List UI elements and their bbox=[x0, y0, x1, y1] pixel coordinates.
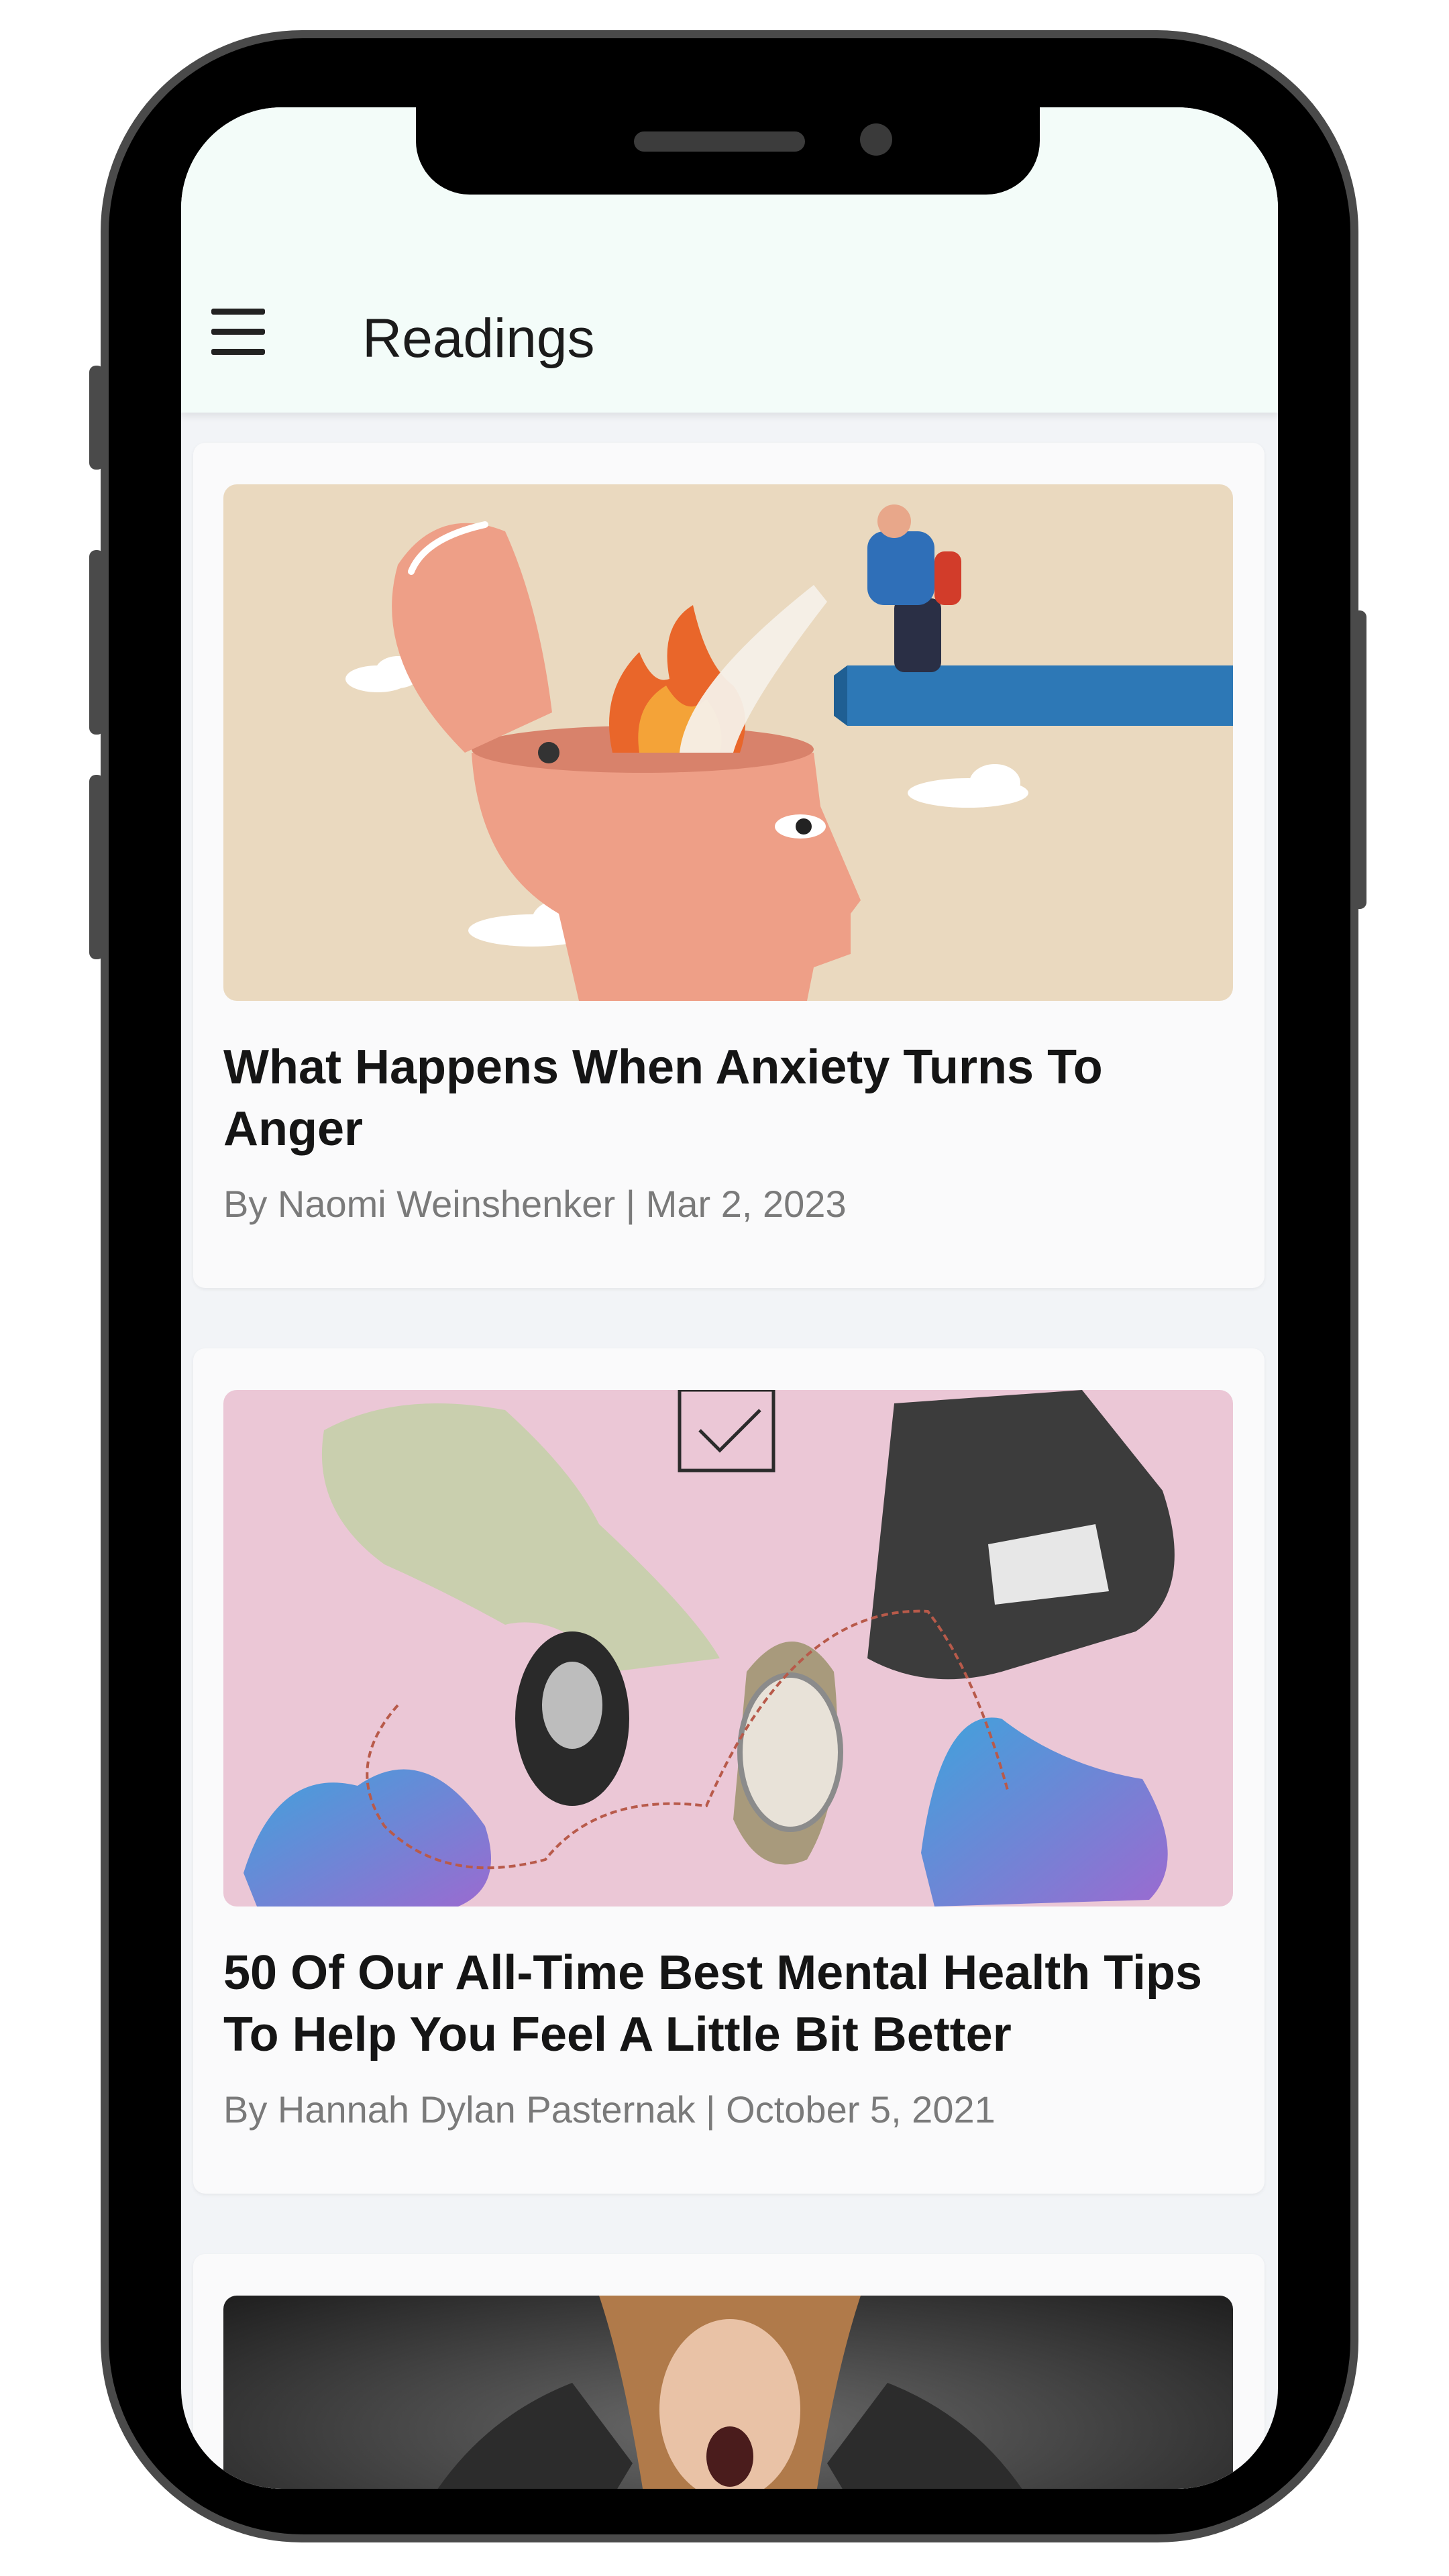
article-card[interactable]: 50 Of Our All-Time Best Mental Health Ti… bbox=[193, 1348, 1265, 2194]
article-card[interactable] bbox=[193, 2254, 1265, 2489]
mute-switch bbox=[89, 366, 104, 470]
speaker-grille bbox=[634, 131, 805, 152]
hamburger-menu-icon[interactable] bbox=[211, 309, 272, 356]
volume-down-button bbox=[89, 775, 104, 959]
article-title[interactable]: What Happens When Anxiety Turns To Anger bbox=[223, 1036, 1230, 1160]
page-title: Readings bbox=[362, 308, 595, 369]
phone-screen: Readings What Happens When Anxiety Turns… bbox=[181, 107, 1278, 2489]
front-camera bbox=[860, 123, 892, 156]
article-meta: By Naomi Weinshenker | Mar 2, 2023 bbox=[223, 1183, 847, 1225]
power-button bbox=[1352, 610, 1366, 909]
article-title[interactable]: 50 Of Our All-Time Best Mental Health Ti… bbox=[223, 1942, 1230, 2065]
article-image bbox=[223, 2296, 1233, 2489]
volume-up-button bbox=[89, 550, 104, 735]
article-image bbox=[223, 1390, 1233, 1907]
article-image bbox=[223, 484, 1233, 1001]
article-card[interactable]: What Happens When Anxiety Turns To Anger… bbox=[193, 443, 1265, 1288]
article-meta: By Hannah Dylan Pasternak | October 5, 2… bbox=[223, 2088, 996, 2131]
